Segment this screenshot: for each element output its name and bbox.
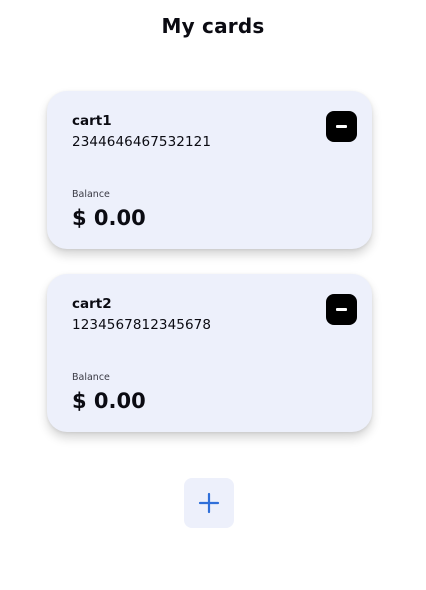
add-card-button[interactable]: [184, 478, 234, 528]
balance-label: Balance: [72, 372, 110, 383]
page-title: My cards: [161, 14, 265, 38]
balance-value: $ 0.00: [72, 206, 146, 230]
minus-icon: [336, 125, 347, 128]
card-number: 2344646467532121: [72, 134, 212, 150]
card-item[interactable]: cart2 1234567812345678 Balance $ 0.00: [47, 274, 372, 432]
minus-icon: [336, 308, 347, 311]
balance-label: Balance: [72, 189, 110, 200]
card-number: 1234567812345678: [72, 317, 212, 333]
balance-value: $ 0.00: [72, 389, 146, 413]
plus-icon: [198, 492, 220, 514]
card-name: cart2: [72, 296, 112, 312]
remove-card-button[interactable]: [326, 111, 357, 142]
remove-card-button[interactable]: [326, 294, 357, 325]
card-item[interactable]: cart1 2344646467532121 Balance $ 0.00: [47, 91, 372, 249]
my-cards-screen: My cards cart1 2344646467532121 Balance …: [0, 0, 426, 590]
card-name: cart1: [72, 113, 112, 129]
